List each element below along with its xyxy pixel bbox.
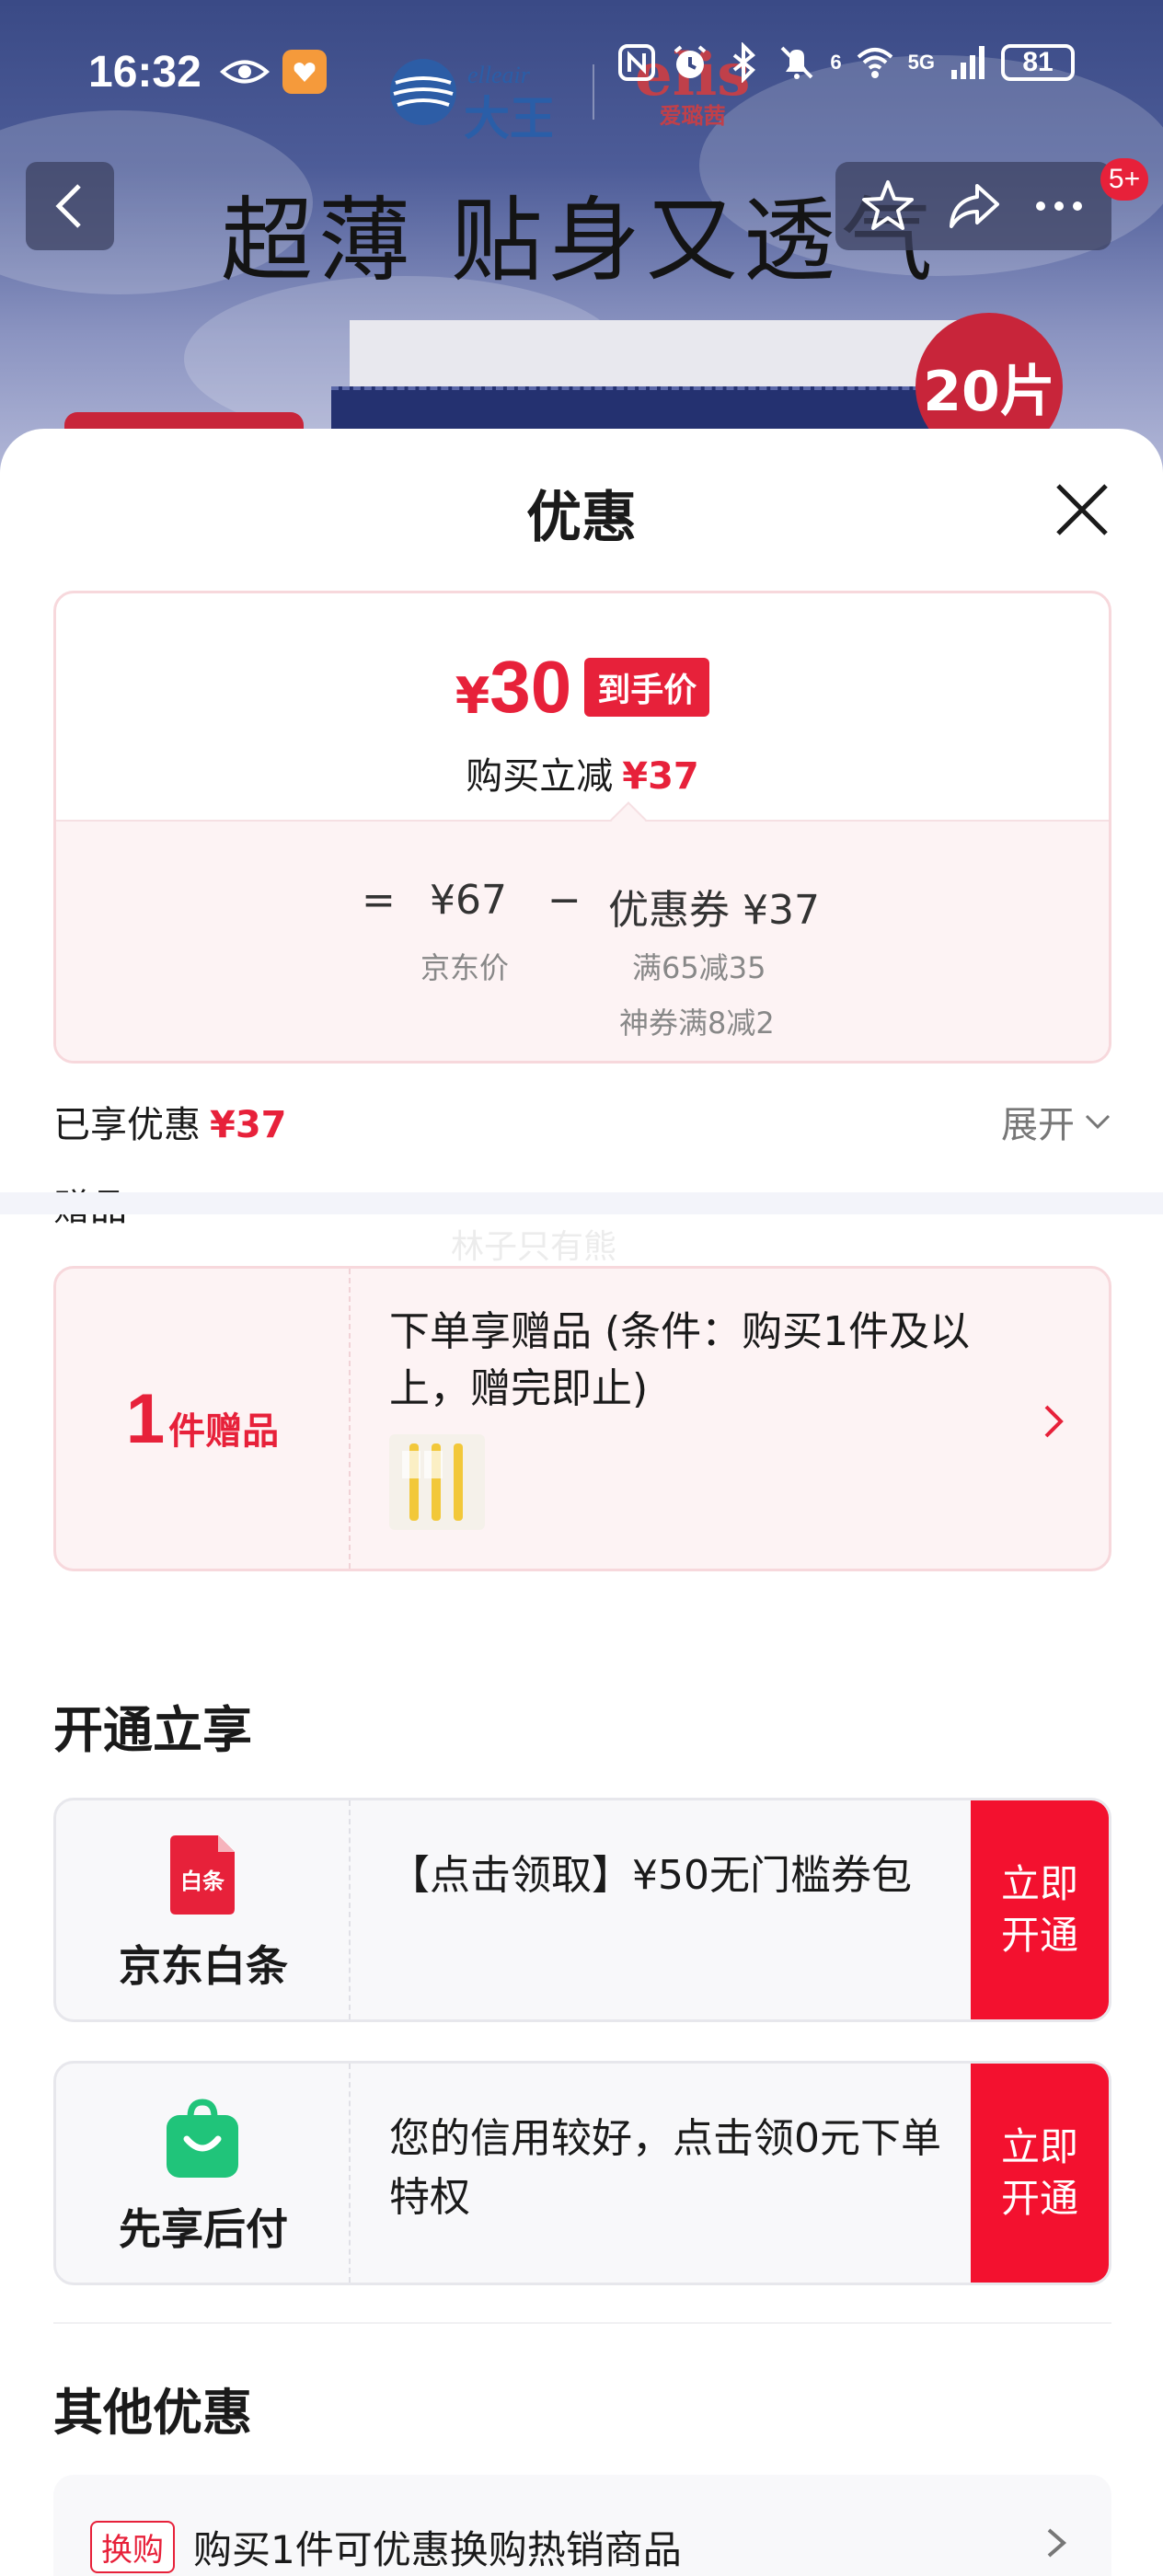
chevron-left-icon [55, 184, 81, 228]
product-headline: 超薄 贴身又透气 [221, 187, 938, 294]
coupon-note-1: 满65减35 [632, 950, 766, 985]
currency-symbol: ¥ [455, 666, 490, 725]
promo-description: 您的信用较好，点击领0元下单特权 [389, 2115, 941, 2221]
promo-description: 【点击领取】¥50无门槛券包 [389, 1852, 912, 1899]
message-badge: 5+ [1100, 158, 1148, 201]
battery-indicator: 81 [1001, 44, 1075, 81]
wifi-icon [857, 48, 892, 78]
promo-name: 京东白条 [119, 1941, 288, 1991]
eye-icon [219, 60, 270, 84]
jd-price-label: 京东价 [420, 950, 510, 985]
promo-name: 先享后付 [119, 2204, 288, 2254]
activate-button[interactable]: 立即开通 [971, 1800, 1109, 2019]
close-icon[interactable] [1049, 477, 1115, 543]
coupon-amount: 优惠券 ¥37 [608, 887, 820, 934]
status-bar: 16:32 6 5G 81 [0, 35, 1163, 109]
shopping-bag-icon [167, 2099, 238, 2178]
sheet-title: 优惠 [526, 486, 637, 550]
expand-button[interactable]: 展开 [1001, 1095, 1111, 1148]
price-formula: = ¥67 − 优惠券 ¥37 京东价 满65减35 神券满8减2 [56, 820, 1109, 1061]
enjoyed-discount-row: 已享优惠 ¥37 展开 [53, 1095, 1111, 1146]
chevron-down-icon [1085, 1114, 1111, 1130]
nav-actions [835, 162, 1111, 250]
pack-label-band [350, 320, 957, 394]
swap-tag: 换购 [90, 2521, 175, 2573]
chevron-right-icon [1044, 1405, 1064, 1438]
swap-offer-row[interactable]: 换购 购买1件可优惠换购热销商品 [53, 2475, 1111, 2576]
pay-later-promo-card[interactable]: 先享后付 您的信用较好，点击领0元下单特权 立即开通 [53, 2061, 1111, 2285]
more-dots-icon [1036, 201, 1083, 211]
back-button[interactable] [26, 162, 114, 250]
final-price: ¥ 30 到手价 [56, 645, 1109, 730]
nfc-icon [618, 44, 656, 81]
network-label: 5G [907, 51, 935, 74]
app-notification-icon [282, 50, 327, 94]
thin-divider [53, 2322, 1111, 2324]
price-breakdown-card: ¥ 30 到手价 购买立减 ¥37 = ¥67 − 优惠券 ¥37 京东价 满65… [53, 591, 1111, 1064]
signal-icon [951, 46, 985, 79]
enjoyed-discount-label: 已享优惠 [53, 1104, 201, 1146]
mute-bell-icon [780, 46, 813, 79]
swap-offer-text: 购买1件可优惠换购热销商品 [193, 2527, 682, 2572]
star-icon [861, 180, 914, 230]
alarm-icon [674, 45, 707, 78]
status-icons: 6 5G 81 [616, 42, 1075, 83]
status-time: 16:32 [88, 47, 202, 97]
gift-thumbnail [389, 1434, 485, 1530]
more-button[interactable] [1022, 169, 1096, 243]
share-icon [949, 184, 999, 228]
coupon-note-2: 神券满8减2 [619, 1006, 775, 1041]
favorite-button[interactable] [851, 169, 925, 243]
gift-count: 1 件赠品 [56, 1269, 351, 1569]
gift-description: 下单享赠品 (条件：购买1件及以上，赠完即止) [389, 1308, 971, 1412]
open-section-title: 开通立享 [53, 1701, 252, 1759]
watermark: 林子只有熊 [451, 1228, 617, 1266]
equals-sign: = [362, 877, 396, 924]
wifi-label: 6 [830, 51, 842, 74]
activate-button[interactable]: 立即开通 [971, 2064, 1109, 2283]
other-section-title: 其他优惠 [53, 2384, 252, 2442]
final-price-tag: 到手价 [584, 658, 710, 717]
bluetooth-icon [733, 42, 756, 83]
jd-price: ¥67 [430, 877, 507, 924]
baitiao-promo-card[interactable]: 白条 京东白条 【点击领取】¥50无门槛券包 立即开通 [53, 1798, 1111, 2022]
baitiao-icon: 白条 [170, 1835, 235, 1915]
share-button[interactable] [937, 169, 1010, 243]
section-divider [0, 1192, 1163, 1214]
minus-sign: − [547, 877, 582, 924]
enjoyed-discount-value: ¥37 [210, 1104, 287, 1146]
svg-text:白条: 白条 [180, 1869, 225, 1894]
instant-discount: 购买立减 ¥37 [466, 755, 699, 798]
gift-card[interactable]: 1 件赠品 下单享赠品 (条件：购买1件及以上，赠完即止) [53, 1266, 1111, 1571]
chevron-right-icon [1047, 2528, 1067, 2558]
final-price-value: 30 [489, 646, 572, 728]
